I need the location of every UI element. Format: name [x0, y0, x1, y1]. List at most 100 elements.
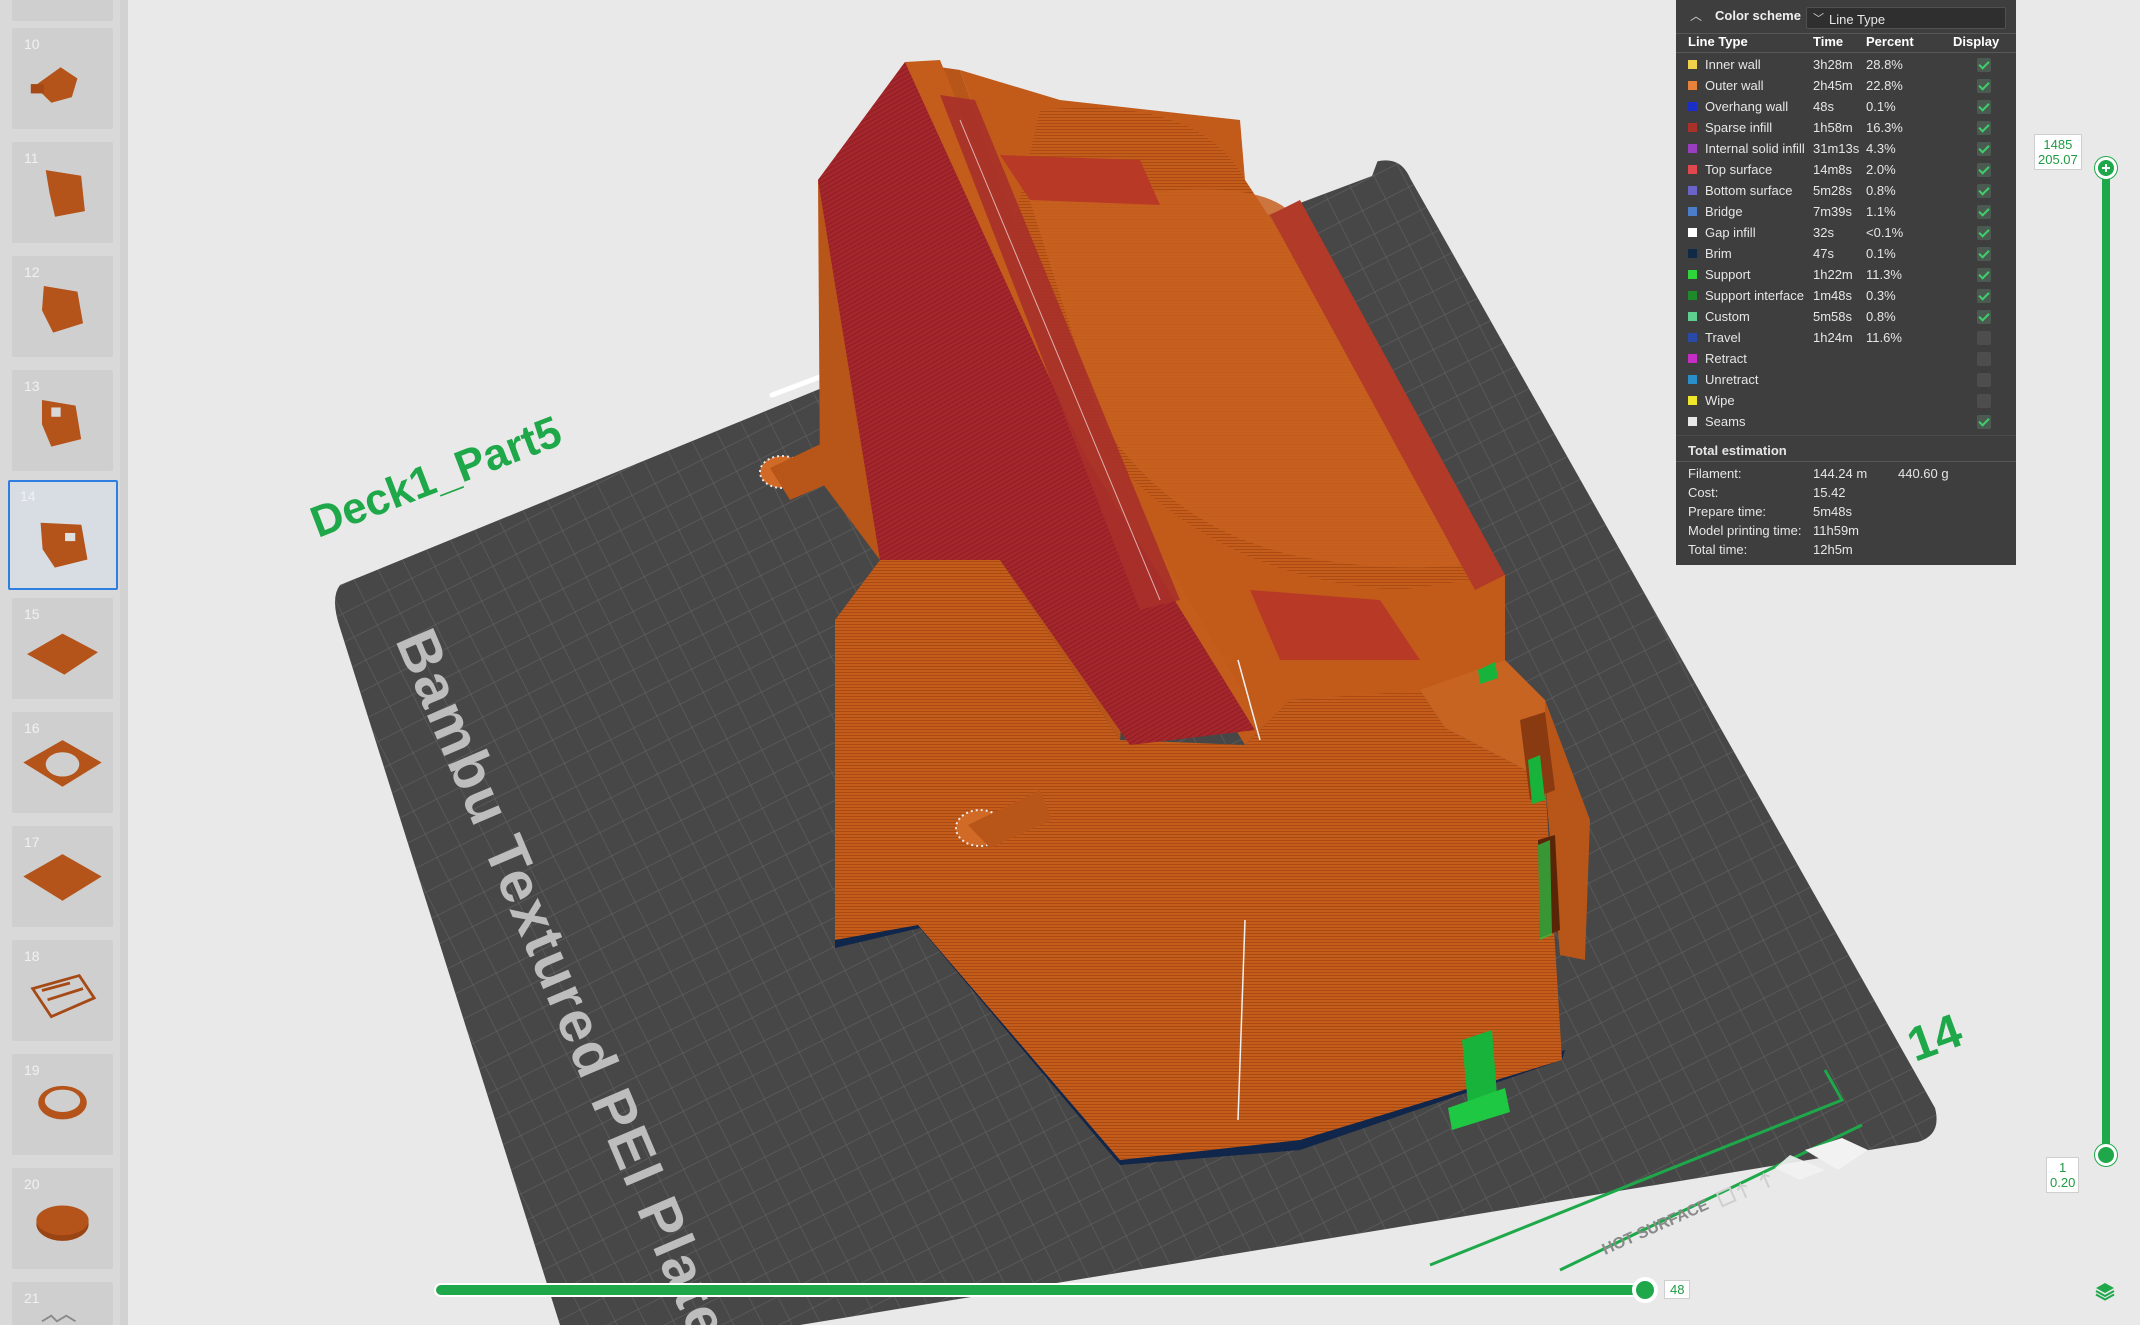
legend-row: Brim 47s 0.1% [1676, 244, 2016, 265]
legend-row: Unretract [1676, 370, 2016, 391]
line-type-time: 7m39s [1813, 204, 1853, 219]
layer-slider-top-handle[interactable] [2095, 157, 2117, 179]
total-row: Filament: 144.24 m 440.60 g [1688, 466, 2008, 485]
legend-header: ︿ Color scheme ﹀ Line Type [1676, 0, 2016, 34]
total-value: 15.42 [1813, 485, 1846, 500]
legend-row: Sparse infill 1h58m 16.3% [1676, 118, 2016, 139]
line-type-label: Travel [1705, 330, 1741, 345]
display-checkbox[interactable] [1977, 247, 1991, 261]
line-type-label: Internal solid infill [1705, 141, 1805, 156]
line-type-time: 2h45m [1813, 78, 1853, 93]
legend-divider [1676, 461, 2016, 462]
plate-thumbnail-17[interactable]: 17 [12, 826, 113, 927]
line-type-label: Custom [1705, 309, 1750, 324]
chevron-up-icon[interactable]: ︿ [1690, 9, 1704, 23]
display-checkbox[interactable] [1977, 184, 1991, 198]
display-checkbox[interactable] [1977, 373, 1991, 387]
layers-icon[interactable] [2094, 1280, 2116, 1302]
move-slider-value: 48 [1664, 1280, 1691, 1299]
legend-row: Overhang wall 48s 0.1% [1676, 97, 2016, 118]
plate-thumbnail-21[interactable]: 21 [12, 1282, 113, 1325]
display-checkbox[interactable] [1977, 352, 1991, 366]
display-checkbox[interactable] [1977, 142, 1991, 156]
legend-row: Top surface 14m8s 2.0% [1676, 160, 2016, 181]
plate-thumbnail-11[interactable]: 11 [12, 142, 113, 243]
line-type-percent: 11.6% [1866, 330, 1902, 345]
total-key: Total time: [1688, 542, 1748, 557]
display-checkbox[interactable] [1977, 205, 1991, 219]
legend-title: Color scheme [1715, 8, 1801, 23]
line-type-label: Gap infill [1705, 225, 1756, 240]
legend-row: Support interface 1m48s 0.3% [1676, 286, 2016, 307]
total-key: Cost: [1688, 485, 1719, 500]
plate-thumbnail-14[interactable]: 14 [8, 480, 118, 590]
layer-slider-track[interactable] [2102, 168, 2110, 1155]
legend-row: Outer wall 2h45m 22.8% [1676, 76, 2016, 97]
line-type-label: Support [1705, 267, 1751, 282]
plate-thumbnail-partial[interactable] [12, 0, 113, 21]
line-type-swatch [1688, 375, 1697, 384]
display-checkbox[interactable] [1977, 121, 1991, 135]
move-slider-handle[interactable] [1632, 1277, 1658, 1303]
plate-thumbnail-16[interactable]: 16 [12, 712, 113, 813]
layer-slider-top-label: 1485 205.07 [2034, 134, 2082, 170]
legend-row: Travel 1h24m 11.6% [1676, 328, 2016, 349]
plate-thumbnail-13[interactable]: 13 [12, 370, 113, 471]
layer-slider-bottom-handle[interactable] [2095, 1144, 2117, 1166]
display-checkbox[interactable] [1977, 163, 1991, 177]
plate-thumbnail-icon [30, 67, 78, 103]
total-value: 12h5m [1813, 542, 1853, 557]
legend-row: Bottom surface 5m28s 0.8% [1676, 181, 2016, 202]
column-header-line-type: Line Type [1688, 34, 1748, 49]
hot-surface-label: HOT SURFACE [1600, 1196, 1712, 1258]
legend-divider [1676, 52, 2016, 53]
total-row: Prepare time: 5m48s [1688, 504, 2008, 523]
move-slider-track[interactable] [436, 1285, 1646, 1295]
legend-divider [1676, 435, 2016, 436]
plate-thumbnail-10[interactable]: 10 [12, 28, 113, 129]
legend-row: Retract [1676, 349, 2016, 370]
line-type-time: 5m28s [1813, 183, 1853, 198]
display-checkbox[interactable] [1977, 289, 1991, 303]
total-key: Prepare time: [1688, 504, 1767, 519]
plate-thumbnail-20[interactable]: 20 [12, 1168, 113, 1269]
line-type-label: Sparse infill [1705, 120, 1773, 135]
color-scheme-select[interactable]: ﹀ Line Type [1806, 7, 2006, 29]
display-checkbox[interactable] [1977, 58, 1991, 72]
line-type-label: Top surface [1705, 162, 1773, 177]
display-checkbox[interactable] [1977, 226, 1991, 240]
plate-thumbnail-19[interactable]: 19 [12, 1054, 113, 1155]
display-checkbox[interactable] [1977, 268, 1991, 282]
display-checkbox[interactable] [1977, 100, 1991, 114]
line-type-label: Inner wall [1705, 57, 1761, 72]
total-row: Total time: 12h5m [1688, 542, 2008, 561]
layer-slider-bottom-label: 1 0.20 [2046, 1157, 2080, 1193]
line-type-label: Support interface [1705, 288, 1805, 303]
plate-thumbnail-12[interactable]: 12 [12, 256, 113, 357]
display-checkbox[interactable] [1977, 394, 1991, 408]
plate-thumbnail-18[interactable]: 18 [12, 940, 113, 1041]
line-type-swatch [1688, 417, 1697, 426]
line-type-swatch [1688, 123, 1697, 132]
display-checkbox[interactable] [1977, 415, 1991, 429]
plate-thumbnail-icon [41, 399, 82, 447]
line-type-swatch [1688, 396, 1697, 405]
line-type-percent: 0.8% [1866, 183, 1896, 198]
plate-thumbnail-icon [40, 522, 88, 568]
plate-thumbnail-icon [23, 854, 102, 901]
line-type-time: 3h28m [1813, 57, 1853, 72]
color-scheme-legend: ︿ Color scheme ﹀ Line Type Line Type Tim… [1676, 0, 2016, 565]
display-checkbox[interactable] [1977, 331, 1991, 345]
display-checkbox[interactable] [1977, 310, 1991, 324]
plate-thumbnail-15[interactable]: 15 [12, 598, 113, 699]
line-type-percent: 2.0% [1866, 162, 1896, 177]
hot-surface-icons [1715, 1172, 1770, 1208]
line-type-label: Outer wall [1705, 78, 1764, 93]
line-type-time: 47s [1813, 246, 1834, 261]
legend-row: Bridge 7m39s 1.1% [1676, 202, 2016, 223]
line-type-swatch [1688, 270, 1697, 279]
line-type-swatch [1688, 228, 1697, 237]
line-type-swatch [1688, 102, 1697, 111]
total-value: 11h59m [1813, 523, 1860, 538]
display-checkbox[interactable] [1977, 79, 1991, 93]
